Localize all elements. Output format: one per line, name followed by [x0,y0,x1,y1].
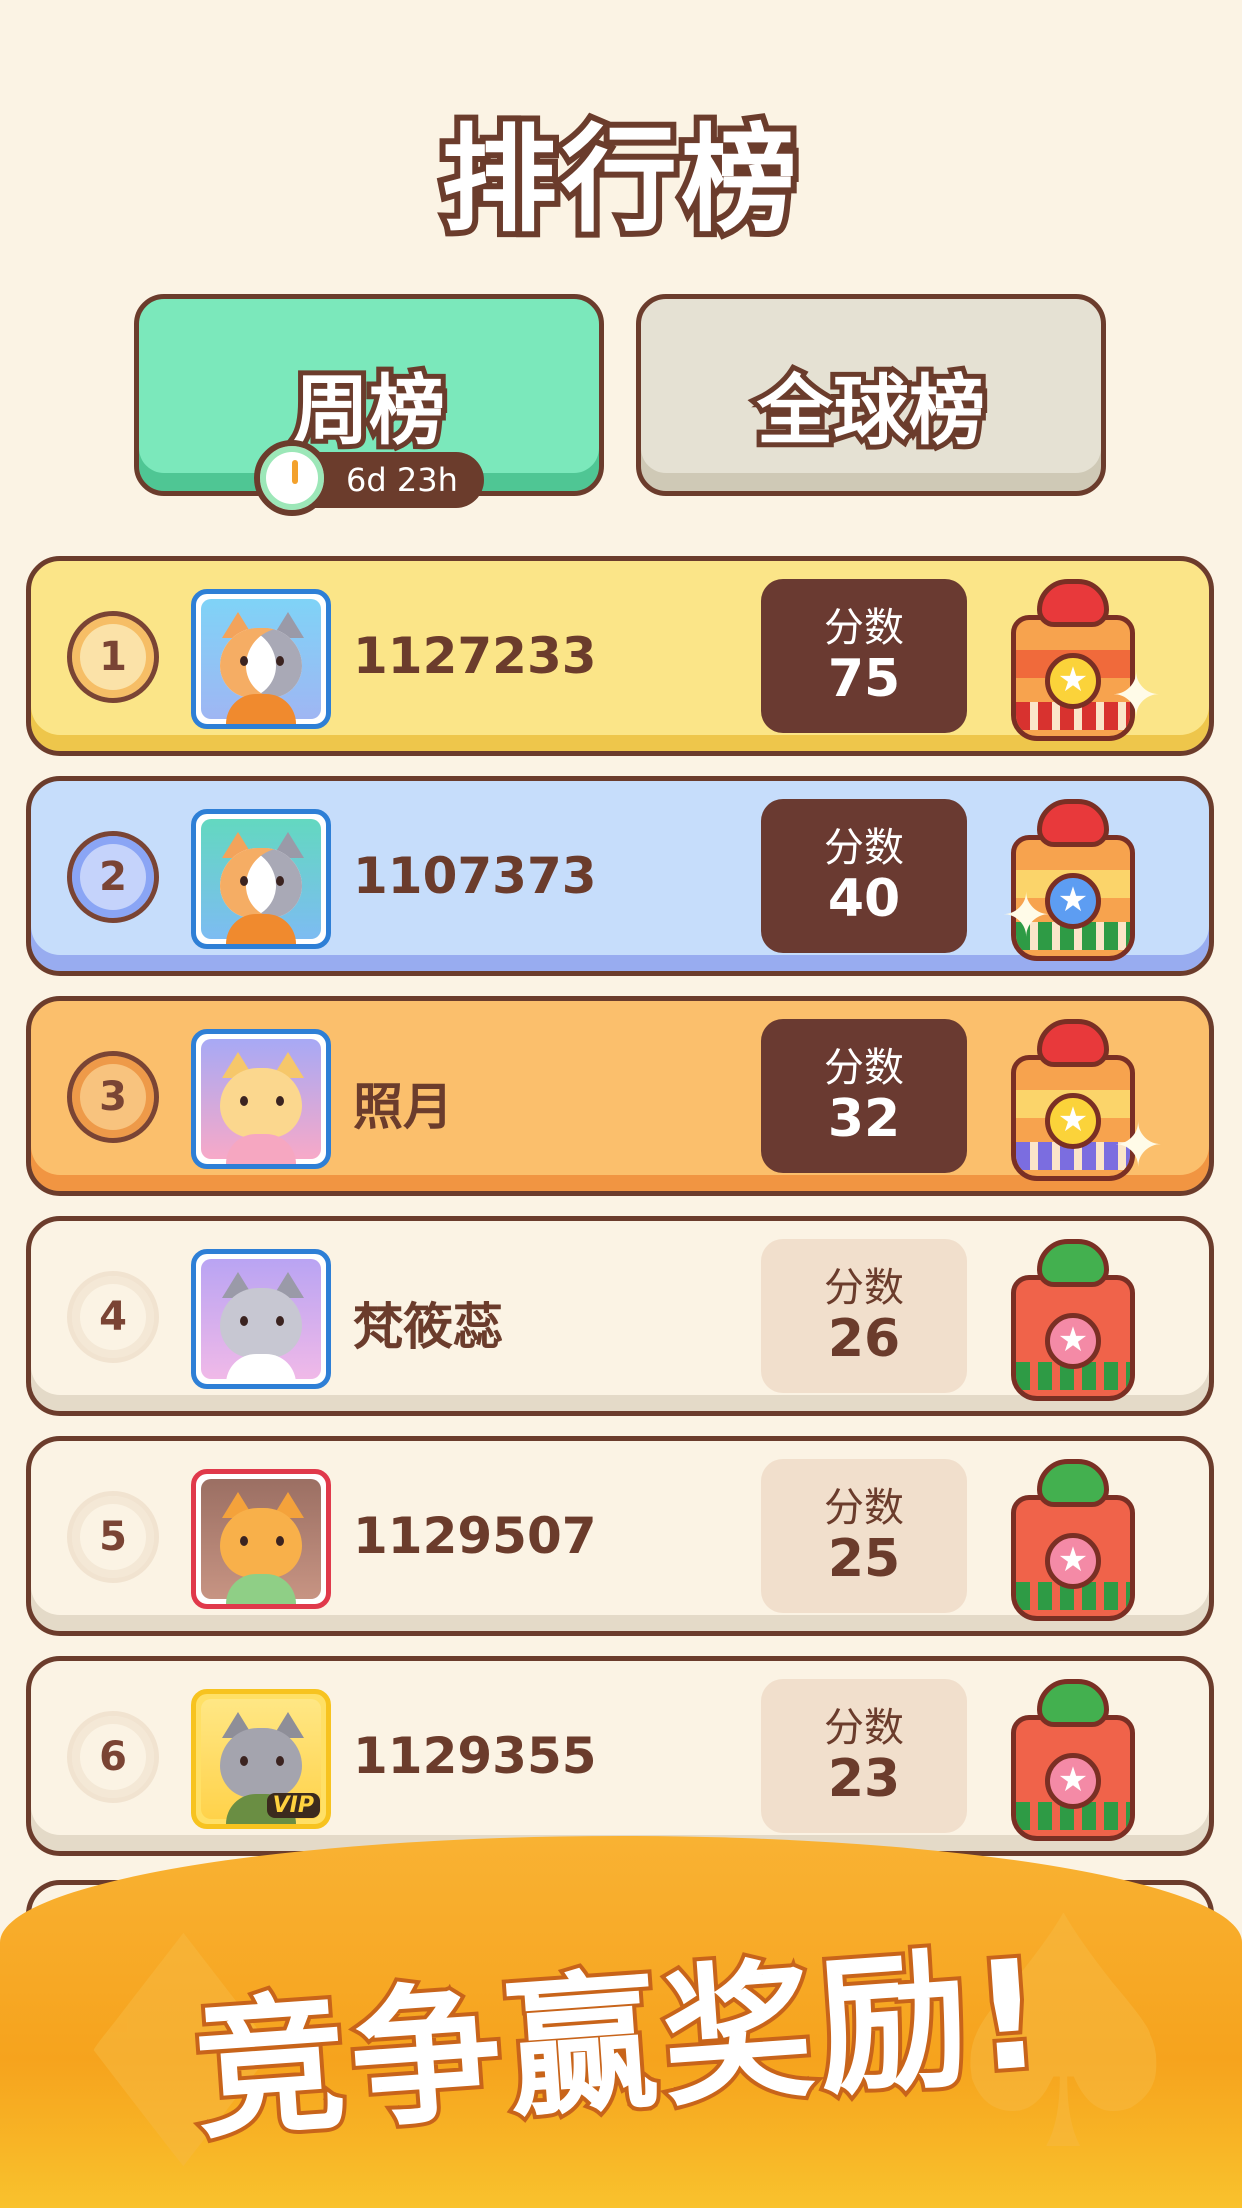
score-label: 分数 [824,1705,904,1751]
score-value: 32 [827,1089,901,1149]
player-name: 1107373 [353,847,597,905]
avatar[interactable] [191,809,331,949]
player-name: 梵筱蕊 [353,1298,503,1356]
weekly-timer: 6d 23h [254,440,484,516]
player-name: 1129507 [353,1507,597,1565]
score-box: 分数 23 [761,1679,967,1833]
score-label: 分数 [824,605,904,651]
score-box: 分数 26 [761,1239,967,1393]
avatar[interactable]: VIP [191,1689,331,1829]
gift-box-icon[interactable]: ★ [1003,1671,1143,1847]
score-value: 25 [827,1529,901,1589]
leaderboard-row[interactable]: 5 1129507 分数 25 ★ [26,1436,1214,1636]
rank-badge: 4 [67,1271,159,1363]
player-name: 照月 [353,1078,453,1136]
weekly-timer-text: 6d 23h [346,461,458,499]
rank-badge: 5 [67,1491,159,1583]
leaderboard-row[interactable]: 1 1127233 分数 75 ★ ✦ [26,556,1214,756]
vip-badge: VIP [266,1793,320,1818]
rank-badge: 2 [67,831,159,923]
tab-global-label: 全球榜 [752,361,990,460]
tab-global[interactable]: 全球榜 [636,294,1106,496]
score-label: 分数 [824,825,904,871]
rank-badge: 6 [67,1711,159,1803]
score-label: 分数 [824,1045,904,1091]
score-value: 26 [827,1309,901,1369]
rank-badge: 1 [67,611,159,703]
score-value: 75 [827,649,901,709]
avatar[interactable] [191,1469,331,1609]
score-label: 分数 [824,1265,904,1311]
score-box: 分数 32 [761,1019,967,1173]
avatar[interactable] [191,1249,331,1389]
avatar[interactable] [191,1029,331,1169]
avatar[interactable] [191,589,331,729]
player-name: 1127233 [353,627,597,685]
gift-box-icon[interactable]: ★ [1003,1231,1143,1407]
score-box: 分数 25 [761,1459,967,1613]
page-title: 排行榜 [435,107,803,254]
clock-icon [254,440,330,516]
rank-badge: 3 [67,1051,159,1143]
score-label: 分数 [824,1485,904,1531]
score-box: 分数 75 [761,579,967,733]
player-name: 1129355 [353,1727,597,1785]
score-value: 40 [827,869,901,929]
gift-box-icon[interactable]: ★ [1003,1451,1143,1627]
leaderboard-row[interactable]: 4 梵筱蕊 分数 26 ★ [26,1216,1214,1416]
promo-banner: ♦ ♠ 竞争赢奖励! [0,1836,1242,2208]
leaderboard-row[interactable]: 2 1107373 分数 40 ★ ✦ [26,776,1214,976]
score-value: 23 [827,1749,901,1809]
score-box: 分数 40 [761,799,967,953]
leaderboard-row[interactable]: 3 照月 分数 32 ★ ✦ [26,996,1214,1196]
tab-weekly-label: 周榜 [288,361,450,460]
leaderboard-row[interactable]: 6 VIP 1129355 分数 23 ★ [26,1656,1214,1856]
